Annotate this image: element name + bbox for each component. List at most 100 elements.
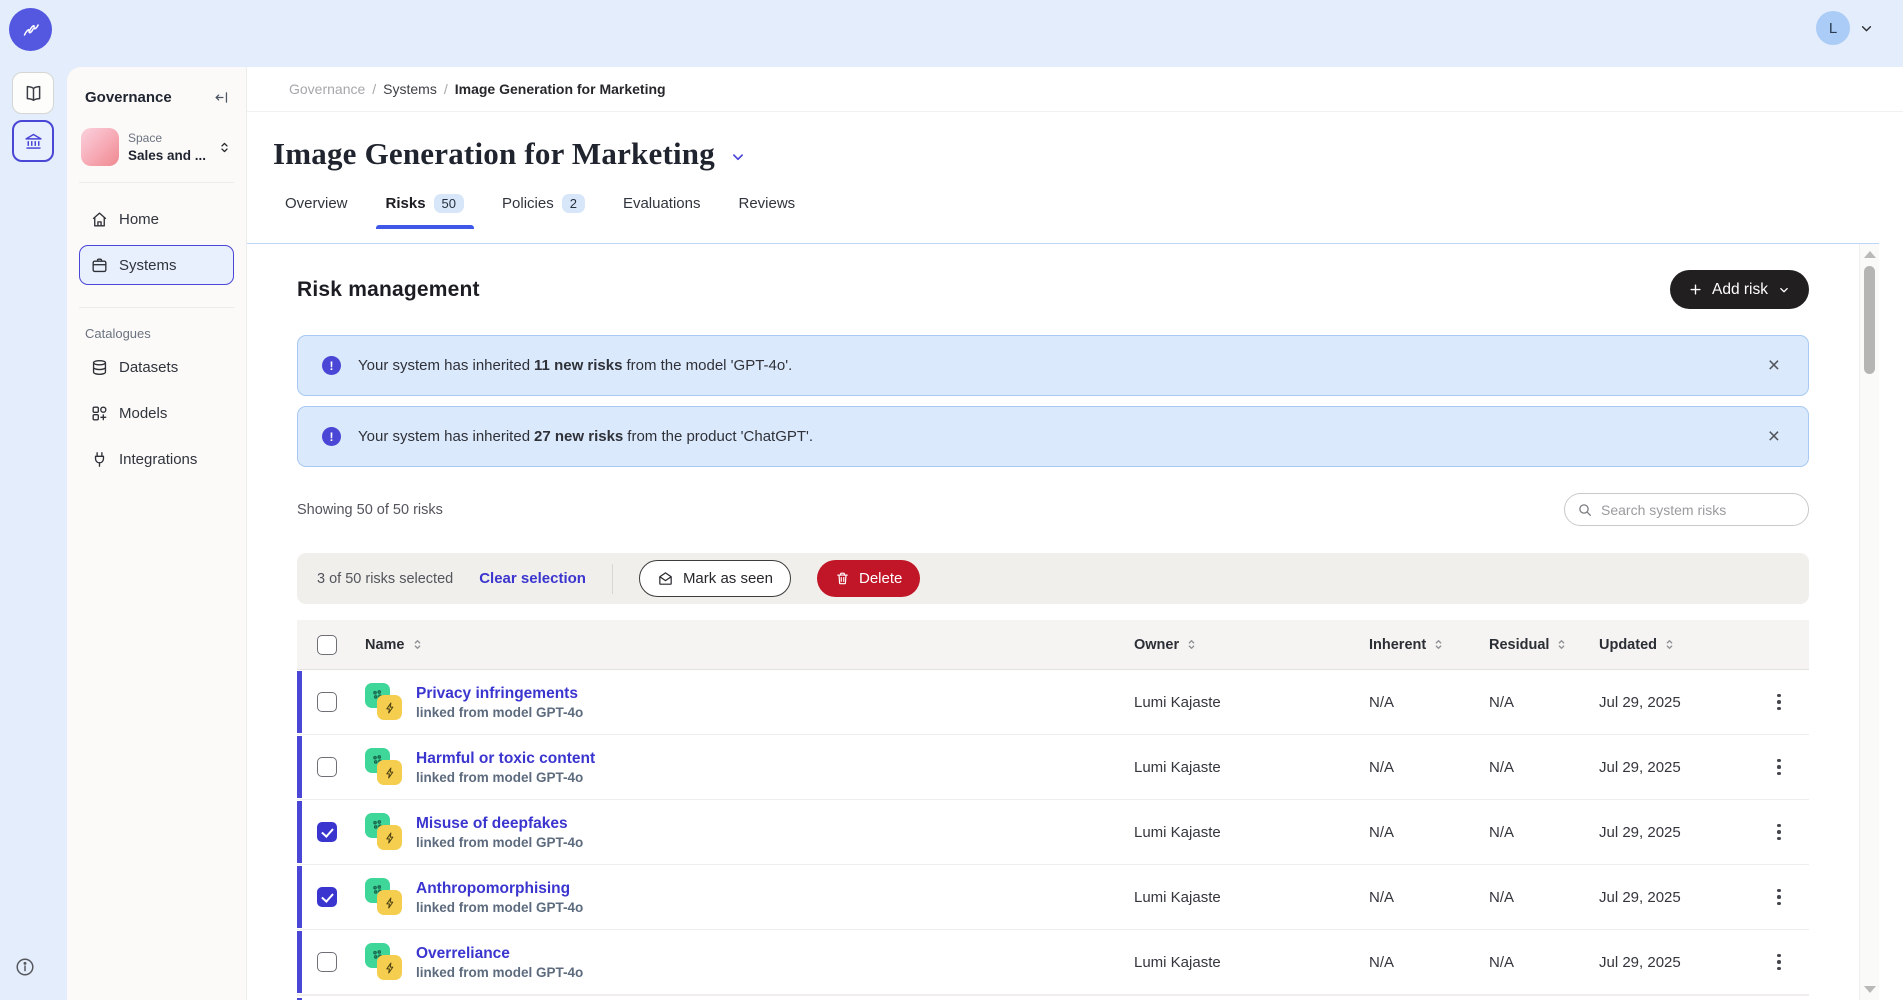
row-checkbox[interactable] — [317, 952, 337, 972]
select-all-checkbox[interactable] — [317, 635, 337, 655]
user-menu[interactable]: L — [1816, 11, 1875, 45]
column-header-name[interactable]: Name — [365, 637, 424, 653]
tab-policies[interactable]: Policies 2 — [490, 186, 597, 229]
close-icon[interactable]: × — [1764, 426, 1784, 447]
search-input[interactable] — [1601, 502, 1796, 518]
sidebar-item-models[interactable]: Models — [79, 393, 234, 433]
risk-name-link[interactable]: Anthropomorphising — [416, 880, 583, 898]
row-checkbox[interactable] — [317, 757, 337, 777]
row-menu-kebab[interactable] — [1771, 818, 1787, 847]
divider — [612, 564, 613, 594]
inherent-cell: N/A — [1369, 694, 1489, 711]
inherent-cell: N/A — [1369, 889, 1489, 906]
column-header-owner[interactable]: Owner — [1134, 637, 1198, 653]
page-title: Image Generation for Marketing — [273, 136, 715, 172]
main-panel: Governance / Systems / Image Generation … — [247, 67, 1903, 1000]
clear-selection-link[interactable]: Clear selection — [479, 570, 586, 587]
sidebar-item-systems[interactable]: Systems — [79, 245, 234, 285]
column-header-residual[interactable]: Residual — [1489, 637, 1568, 653]
row-checkbox[interactable] — [317, 692, 337, 712]
risks-content-card: Risk management Add risk ! Your system h… — [247, 243, 1879, 1000]
grid-plus-icon — [90, 404, 109, 423]
tab-badge: 2 — [562, 194, 585, 213]
residual-cell: N/A — [1489, 759, 1599, 776]
title-chevron-down-icon[interactable] — [729, 148, 747, 166]
column-header-updated[interactable]: Updated — [1599, 637, 1676, 653]
inherent-cell: N/A — [1369, 954, 1489, 971]
mark-as-seen-button[interactable]: Mark as seen — [639, 560, 791, 597]
chevron-down-icon — [1858, 20, 1875, 37]
trash-icon — [835, 571, 850, 586]
brand-squiggle-icon[interactable] — [9, 8, 52, 51]
residual-cell: N/A — [1489, 694, 1599, 711]
space-selector[interactable]: Space Sales and ... — [79, 120, 234, 183]
plus-icon — [1688, 282, 1703, 297]
risk-name-link[interactable]: Misuse of deepfakes — [416, 815, 583, 833]
search-box[interactable] — [1564, 493, 1809, 526]
chevron-up-down-icon — [217, 140, 232, 155]
sidebar-item-label: Home — [119, 211, 159, 228]
owner-cell: Lumi Kajaste — [1134, 824, 1369, 841]
governance-rail-button[interactable] — [12, 120, 54, 162]
row-accent-bar — [297, 866, 302, 928]
close-icon[interactable]: × — [1764, 355, 1784, 376]
owner-cell: Lumi Kajaste — [1134, 889, 1369, 906]
info-icon[interactable] — [14, 956, 36, 978]
row-menu-kebab[interactable] — [1771, 753, 1787, 782]
database-icon — [90, 358, 109, 377]
banner-text: Your system has inherited — [358, 357, 530, 374]
risk-name-link[interactable]: Privacy infringements — [416, 685, 583, 703]
tab-reviews[interactable]: Reviews — [727, 186, 808, 229]
add-risk-button[interactable]: Add risk — [1670, 270, 1809, 309]
tab-bar: Overview Risks 50 Policies 2 Evaluations… — [247, 186, 1903, 229]
risk-name-link[interactable]: Overreliance — [416, 945, 583, 963]
column-header-inherent[interactable]: Inherent — [1369, 637, 1445, 653]
risk-type-icon — [365, 748, 403, 786]
sidebar-item-integrations[interactable]: Integrations — [79, 439, 234, 479]
sort-icon — [1555, 638, 1568, 651]
tab-overview[interactable]: Overview — [273, 186, 360, 229]
tab-evaluations[interactable]: Evaluations — [611, 186, 713, 229]
scroll-thumb[interactable] — [1864, 266, 1875, 374]
breadcrumb-systems[interactable]: Systems — [383, 81, 437, 97]
row-menu-kebab[interactable] — [1771, 948, 1787, 977]
row-checkbox[interactable] — [317, 887, 337, 907]
section-heading: Risk management — [297, 278, 480, 302]
sidebar-item-label: Models — [119, 405, 167, 422]
row-menu-kebab[interactable] — [1771, 883, 1787, 912]
sidebar-section-catalogues: Catalogues — [79, 307, 234, 341]
delete-button[interactable]: Delete — [817, 560, 920, 597]
sidebar-item-home[interactable]: Home — [79, 199, 234, 239]
sidebar-item-label: Systems — [119, 257, 177, 274]
space-name: Sales and ... — [128, 148, 206, 163]
selection-count: 3 of 50 risks selected — [317, 571, 453, 587]
risk-subtitle: linked from model GPT-4o — [416, 770, 595, 785]
next-row-partial — [297, 995, 1809, 1000]
tab-risks[interactable]: Risks 50 — [374, 186, 477, 229]
sidebar-item-datasets[interactable]: Datasets — [79, 347, 234, 387]
residual-cell: N/A — [1489, 889, 1599, 906]
left-rail — [0, 0, 67, 1000]
inherited-risks-banner-product: ! Your system has inherited27 new risksf… — [297, 406, 1809, 467]
inherited-risks-banner-model: ! Your system has inherited11 new risksf… — [297, 335, 1809, 396]
search-icon — [1577, 502, 1593, 518]
risk-name-link[interactable]: Harmful or toxic content — [416, 750, 595, 768]
row-checkbox[interactable] — [317, 822, 337, 842]
library-book-button[interactable] — [12, 72, 54, 114]
table-row: Overreliance linked from model GPT-4o Lu… — [297, 930, 1809, 995]
row-menu-kebab[interactable] — [1771, 688, 1787, 717]
breadcrumb-separator: / — [372, 81, 376, 97]
banner-text: from the model 'GPT-4o'. — [626, 357, 792, 374]
sort-icon — [1663, 638, 1676, 651]
banner-bold: 27 new risks — [534, 428, 623, 445]
chevron-down-icon — [1777, 283, 1791, 297]
table-row: Privacy infringements linked from model … — [297, 670, 1809, 735]
risk-bolt-icon — [377, 825, 402, 850]
breadcrumb-governance[interactable]: Governance — [289, 81, 365, 97]
scroll-down-arrow[interactable] — [1864, 986, 1876, 993]
scroll-up-arrow[interactable] — [1864, 251, 1876, 258]
vertical-scrollbar[interactable] — [1859, 244, 1879, 1000]
risk-bolt-icon — [377, 890, 402, 915]
collapse-left-icon[interactable] — [213, 89, 230, 106]
risk-subtitle: linked from model GPT-4o — [416, 835, 583, 850]
